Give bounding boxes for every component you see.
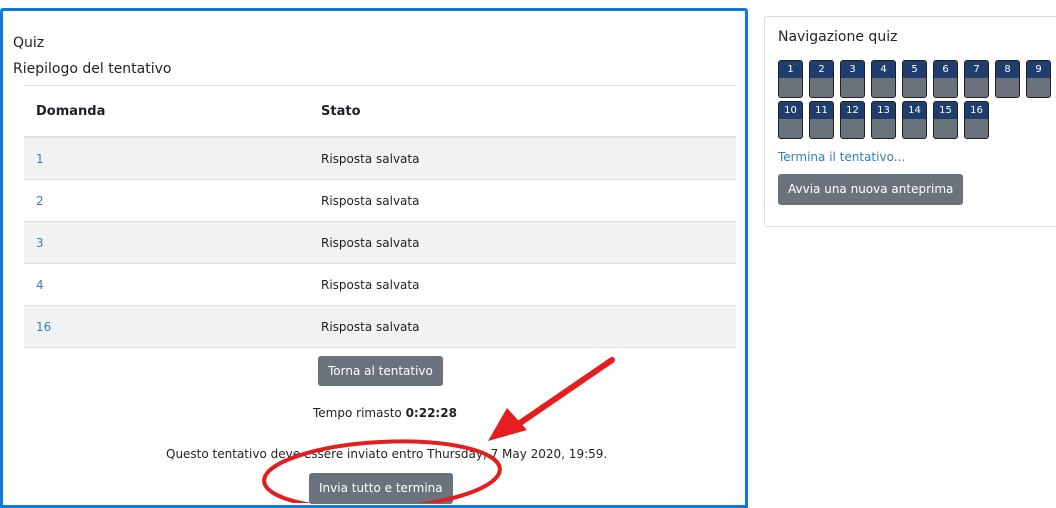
status-cell: Risposta salvata — [321, 277, 420, 292]
table-row: 2 Risposta salvata — [24, 180, 736, 222]
table-header: Domanda Stato — [24, 85, 736, 138]
question-nav-button[interactable]: 14 — [902, 101, 927, 139]
quiz-navigation-block: Navigazione quiz 1 2 3 4 5 6 7 8 9 10 11… — [764, 16, 1056, 227]
question-link[interactable]: 4 — [36, 278, 44, 292]
start-new-preview-button[interactable]: Avvia una nuova anteprima — [778, 174, 964, 205]
question-nav-button[interactable]: 12 — [840, 101, 865, 139]
question-nav-button[interactable]: 15 — [933, 101, 958, 139]
question-nav-button[interactable]: 16 — [964, 101, 989, 139]
question-nav-button[interactable]: 11 — [809, 101, 834, 139]
table-row: 1 Risposta salvata — [24, 138, 736, 180]
question-nav-button[interactable]: 10 — [778, 101, 803, 139]
time-remaining-value: 0:22:28 — [405, 406, 457, 420]
status-cell: Risposta salvata — [321, 151, 420, 166]
question-nav-button[interactable]: 6 — [933, 60, 958, 98]
page-title: Quiz — [13, 35, 45, 51]
submit-all-button[interactable]: Invia tutto e termina — [309, 473, 453, 504]
deadline-notice: Questo tentativo deve essere inviato ent… — [166, 447, 608, 461]
table-row: 16 Risposta salvata — [24, 306, 736, 348]
question-nav-button[interactable]: 8 — [995, 60, 1020, 98]
status-cell: Risposta salvata — [321, 235, 420, 250]
table-row: 4 Risposta salvata — [24, 264, 736, 306]
time-remaining-label: Tempo rimasto — [313, 406, 402, 420]
question-nav-button[interactable]: 13 — [871, 101, 896, 139]
question-nav-button[interactable]: 3 — [840, 60, 865, 98]
summary-table: Domanda Stato 1 Risposta salvata 2 Rispo… — [24, 85, 736, 348]
question-link[interactable]: 2 — [36, 194, 44, 208]
question-nav-button[interactable]: 1 — [778, 60, 803, 98]
time-remaining: Tempo rimasto 0:22:28 — [313, 406, 457, 420]
nav-title: Navigazione quiz — [778, 29, 898, 45]
finish-attempt-link[interactable]: Termina il tentativo... — [778, 150, 905, 164]
status-cell: Risposta salvata — [321, 319, 420, 334]
question-link[interactable]: 16 — [36, 320, 51, 334]
question-link[interactable]: 3 — [36, 236, 44, 250]
question-nav-button[interactable]: 4 — [871, 60, 896, 98]
question-nav-button[interactable]: 7 — [964, 60, 989, 98]
question-link[interactable]: 1 — [36, 152, 44, 166]
question-nav-button[interactable]: 5 — [902, 60, 927, 98]
return-to-attempt-button[interactable]: Torna al tentativo — [318, 356, 443, 386]
status-cell: Risposta salvata — [321, 193, 420, 208]
question-nav-button[interactable]: 2 — [809, 60, 834, 98]
question-nav-button[interactable]: 9 — [1026, 60, 1051, 98]
column-header-question: Domanda — [36, 103, 106, 119]
quiz-summary-card: Quiz Riepilogo del tentativo Domanda Sta… — [0, 8, 748, 508]
column-header-status: Stato — [321, 103, 361, 119]
summary-heading: Riepilogo del tentativo — [13, 61, 172, 77]
table-row: 3 Risposta salvata — [24, 222, 736, 264]
